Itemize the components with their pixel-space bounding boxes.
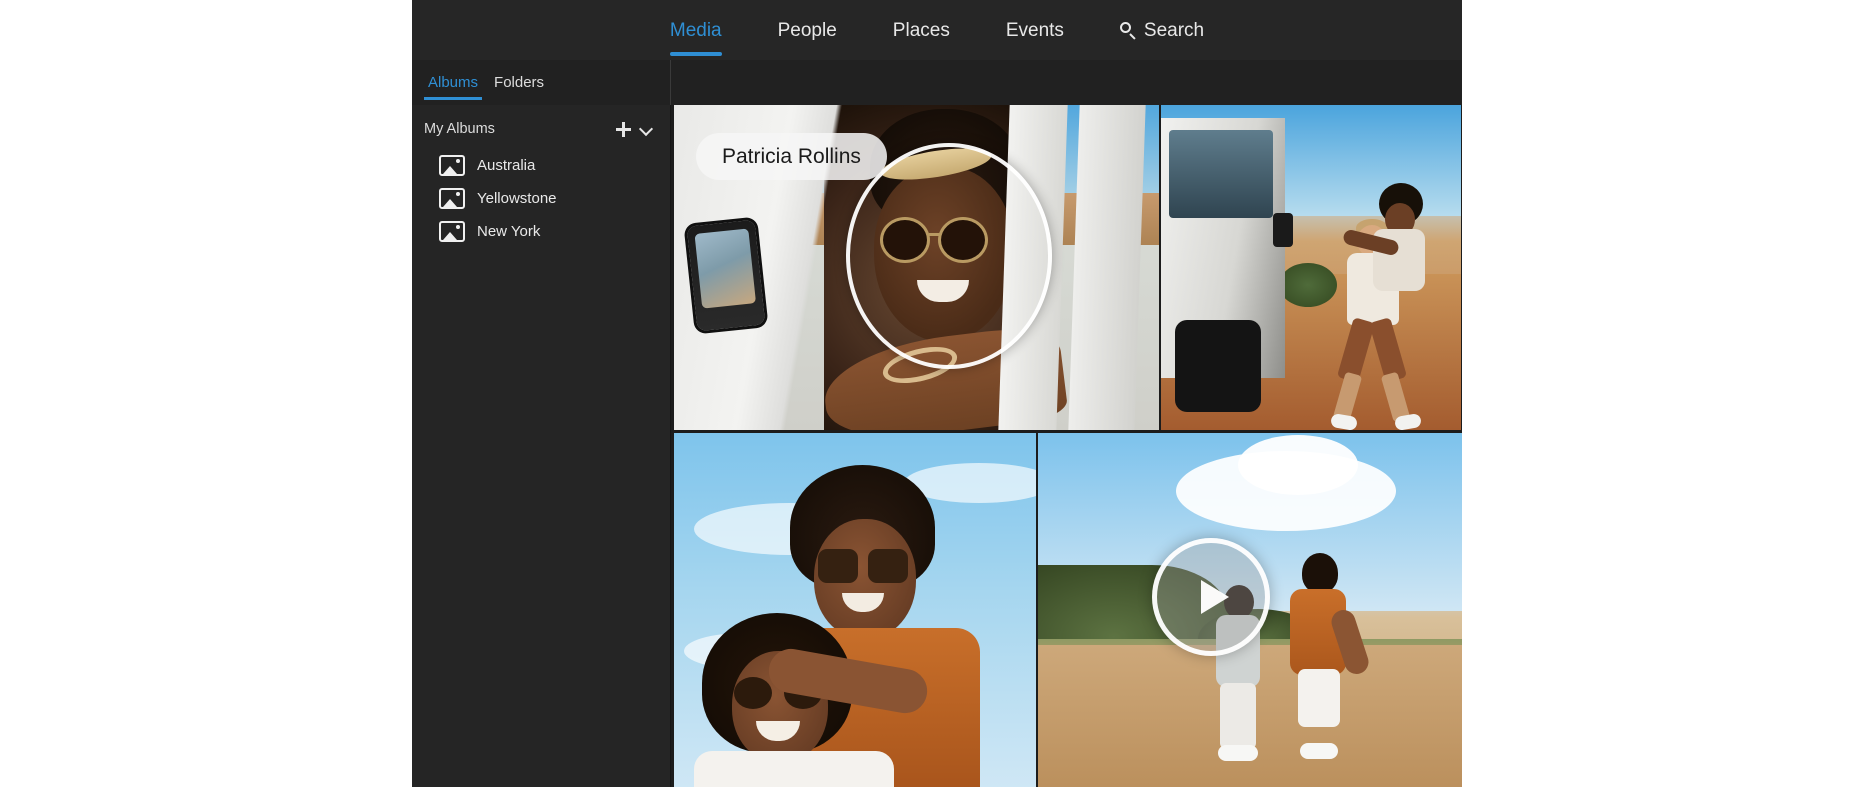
nav-item-media-label: Media — [669, 19, 722, 41]
play-triangle — [1200, 580, 1229, 614]
nav-item-people-label: People — [777, 19, 837, 41]
photo-album-icon — [439, 221, 465, 242]
photo-thumbnail-van-window[interactable]: Patricia Rollins — [674, 105, 1159, 430]
my-albums-header: My Albums — [412, 105, 670, 143]
sidebar-item-australia[interactable]: Australia — [412, 149, 670, 182]
album-label: Australia — [477, 157, 536, 174]
plus-icon[interactable] — [616, 121, 631, 137]
photo-subject-top — [694, 751, 894, 787]
photo-subject-woman-right — [1286, 553, 1372, 773]
photo-bush — [1279, 263, 1337, 307]
nav-item-media[interactable]: Media — [642, 0, 750, 60]
nav-item-events[interactable]: Events — [978, 0, 1092, 60]
photo-thumbnail-couple-piggyback[interactable] — [1161, 105, 1461, 430]
sidebar-tab-strip: Albums Folders — [412, 60, 670, 105]
chevron-down-icon[interactable] — [640, 123, 652, 135]
my-albums-actions — [616, 121, 652, 137]
tab-albums[interactable]: Albums — [420, 60, 486, 105]
photo-subject-sunglasses — [818, 549, 912, 583]
face-detection-circle[interactable] — [846, 143, 1052, 369]
nav-item-places-label: Places — [892, 19, 950, 41]
tab-folders[interactable]: Folders — [486, 60, 552, 105]
my-albums-label: My Albums — [424, 121, 495, 137]
photo-grid-row-top: Patricia Rollins — [674, 105, 1462, 430]
top-navigation-bar: Media People Places Events Search — [412, 0, 1462, 60]
sidebar-panel: My Albums Australia Yellowstone New York — [412, 105, 671, 787]
sidebar-item-new-york[interactable]: New York — [412, 215, 670, 248]
nav-item-people[interactable]: People — [750, 0, 865, 60]
photo-album-icon — [439, 188, 465, 209]
photo-van-wheel — [1175, 320, 1261, 412]
album-list: Australia Yellowstone New York — [412, 149, 670, 248]
nav-item-search[interactable]: Search — [1092, 0, 1232, 60]
photo-grid-row-bottom — [674, 433, 1462, 787]
photo-cloud — [1238, 435, 1358, 495]
album-label: Yellowstone — [477, 190, 557, 207]
toolbar-divider — [670, 60, 671, 105]
nav-item-group: Media People Places Events Search — [642, 0, 1232, 60]
application-window: Media People Places Events Search Albums… — [412, 0, 1462, 787]
photo-album-icon — [439, 155, 465, 176]
tab-folders-label: Folders — [494, 74, 545, 91]
nav-item-events-label: Events — [1005, 19, 1064, 41]
video-thumbnail-two-women-walking[interactable] — [1038, 433, 1462, 787]
nav-item-search-label: Search — [1143, 19, 1205, 41]
photo-van-pillar — [1068, 105, 1146, 430]
album-label: New York — [477, 223, 541, 240]
photo-van-mirror — [686, 219, 766, 332]
photo-van-mirror — [1273, 213, 1293, 247]
tab-albums-label: Albums — [428, 74, 479, 91]
photo-subject-woman — [1342, 183, 1429, 303]
photo-thumbnail-two-women-hugging[interactable] — [674, 433, 1036, 787]
sidebar-item-yellowstone[interactable]: Yellowstone — [412, 182, 670, 215]
photo-grid: Patricia Rollins — [671, 105, 1462, 787]
photo-van-window — [1169, 130, 1273, 218]
play-icon[interactable] — [1152, 538, 1270, 656]
search-icon — [1119, 21, 1137, 39]
face-name-tag[interactable]: Patricia Rollins — [696, 133, 887, 180]
nav-item-places[interactable]: Places — [865, 0, 978, 60]
